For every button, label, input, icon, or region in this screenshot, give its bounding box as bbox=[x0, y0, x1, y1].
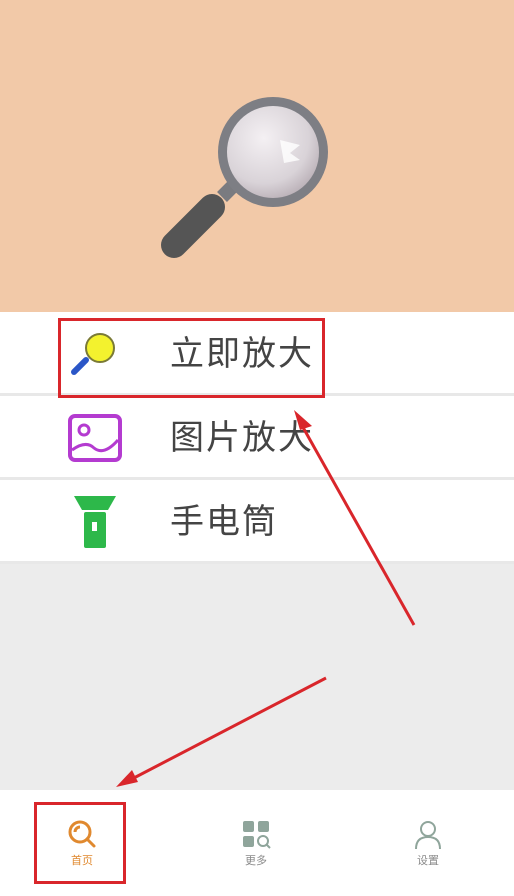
annotation-arrows bbox=[116, 410, 416, 787]
